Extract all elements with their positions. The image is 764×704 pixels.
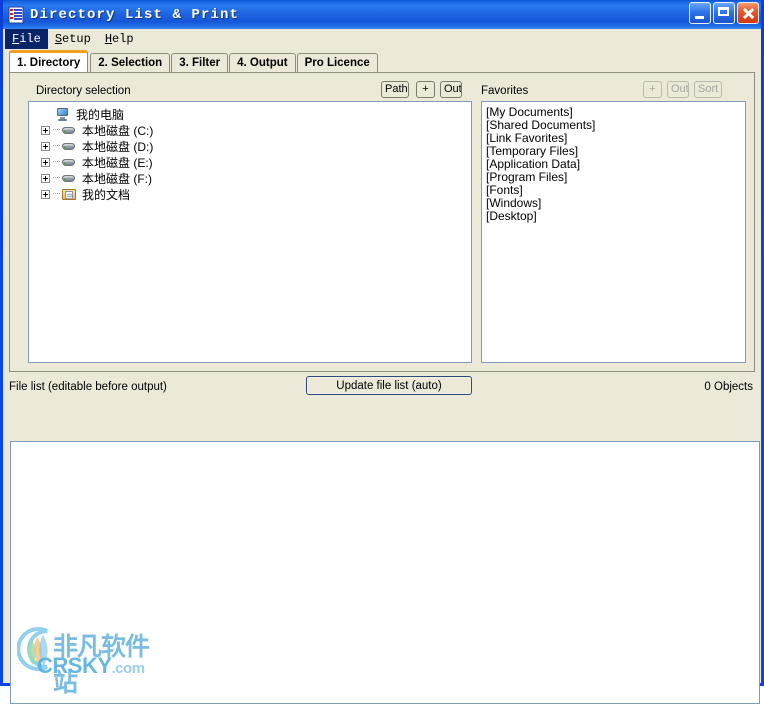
tree-item-label: 本地磁盘 (E:) xyxy=(82,155,153,170)
tab-label: 1. Directory xyxy=(17,56,81,69)
tree-root: 我的电脑 本地磁盘 (C:) 本地磁盘 (D:) 本地磁盘 (E:) 本地磁盘 … xyxy=(29,102,471,204)
directory-tree[interactable]: 我的电脑 本地磁盘 (C:) 本地磁盘 (D:) 本地磁盘 (E:) 本地磁盘 … xyxy=(28,101,472,363)
disk-icon xyxy=(61,123,78,138)
list-item[interactable]: [Desktop] xyxy=(486,210,742,223)
close-button[interactable] xyxy=(737,2,759,24)
tree-item-drive-e[interactable]: 本地磁盘 (E:) xyxy=(35,154,469,170)
title-bar: Directory List & Print xyxy=(3,0,761,29)
menu-item-file[interactable]: File xyxy=(5,29,48,49)
expander-icon[interactable] xyxy=(41,173,50,183)
tab-selection[interactable]: 2. Selection xyxy=(90,53,171,72)
disk-icon xyxy=(61,155,78,170)
tab-strip: 1. Directory 2. Selection 3. Filter 4. O… xyxy=(9,50,755,72)
disk-icon xyxy=(61,139,78,154)
documents-folder-icon xyxy=(61,187,78,202)
object-count-status: 0 Objects xyxy=(704,381,753,393)
tree-connector xyxy=(53,145,60,147)
window-controls xyxy=(689,2,759,24)
tree-connector xyxy=(53,177,60,179)
client-area: File Setup Help 1. Directory 2. Selectio… xyxy=(3,29,761,704)
tree-connector xyxy=(53,161,60,163)
tree-item-label: 本地磁盘 (D:) xyxy=(82,139,154,154)
sort-favorites-button[interactable]: Sort xyxy=(694,81,722,98)
list-item[interactable]: [Program Files] xyxy=(486,171,742,184)
tree-item-my-computer[interactable]: 我的电脑 xyxy=(35,106,469,122)
favorites-list[interactable]: [My Documents] [Shared Documents] [Link … xyxy=(481,101,746,363)
tree-item-my-documents[interactable]: 我的文档 xyxy=(35,186,469,202)
tree-item-label: 我的电脑 xyxy=(76,107,125,122)
favorites-items: [My Documents] [Shared Documents] [Link … xyxy=(482,102,745,225)
application-window: Directory List & Print File Setup Help 1… xyxy=(0,0,764,704)
tab-label: 3. Filter xyxy=(179,57,221,69)
favorites-label: Favorites xyxy=(481,85,529,97)
out-path-button[interactable]: Out xyxy=(440,81,462,98)
expander-icon[interactable] xyxy=(41,157,50,167)
tree-item-label: 本地磁盘 (C:) xyxy=(82,123,154,138)
file-list-label: File list (editable before output) xyxy=(9,381,167,393)
directory-selection-label: Directory selection xyxy=(36,85,131,97)
file-list-content xyxy=(11,442,759,448)
tab-output[interactable]: 4. Output xyxy=(229,53,296,72)
file-list-editor[interactable] xyxy=(10,441,760,704)
menu-item-setup[interactable]: Setup xyxy=(48,29,98,49)
expander-icon[interactable] xyxy=(41,189,50,199)
tree-connector xyxy=(53,193,60,195)
add-favorite-button[interactable]: + xyxy=(643,81,662,98)
tree-item-label: 本地磁盘 (F:) xyxy=(82,171,152,186)
tree-item-drive-f[interactable]: 本地磁盘 (F:) xyxy=(35,170,469,186)
minimize-button[interactable] xyxy=(689,2,711,24)
tab-label: 4. Output xyxy=(237,57,288,69)
tree-connector xyxy=(53,129,60,131)
tab-label: Pro Licence xyxy=(304,57,370,69)
tab-directory[interactable]: 1. Directory xyxy=(9,50,89,72)
expander-icon[interactable] xyxy=(41,141,50,151)
tree-item-drive-d[interactable]: 本地磁盘 (D:) xyxy=(35,138,469,154)
update-file-list-button[interactable]: Update file list (auto) xyxy=(306,376,472,395)
tab-label: 2. Selection xyxy=(98,57,163,69)
tab-page-directory: Directory selection Path + Out 我的电脑 本地磁盘… xyxy=(9,72,755,372)
tab-pro-licence[interactable]: Pro Licence xyxy=(296,53,378,72)
file-list-bar: File list (editable before output) Updat… xyxy=(9,376,755,400)
tree-item-drive-c[interactable]: 本地磁盘 (C:) xyxy=(35,122,469,138)
maximize-button[interactable] xyxy=(713,2,735,24)
menu-item-help[interactable]: Help xyxy=(98,29,141,49)
add-path-button[interactable]: + xyxy=(416,81,435,98)
expander-icon[interactable] xyxy=(41,125,50,135)
list-document-icon xyxy=(7,6,25,24)
out-favorite-button[interactable]: Out xyxy=(667,81,689,98)
disk-icon xyxy=(61,171,78,186)
monitor-icon xyxy=(55,107,72,122)
tab-filter[interactable]: 3. Filter xyxy=(171,53,229,72)
window-title: Directory List & Print xyxy=(30,6,240,23)
menu-bar: File Setup Help xyxy=(3,29,761,49)
path-button[interactable]: Path xyxy=(381,81,409,98)
tree-item-label: 我的文档 xyxy=(82,187,131,202)
